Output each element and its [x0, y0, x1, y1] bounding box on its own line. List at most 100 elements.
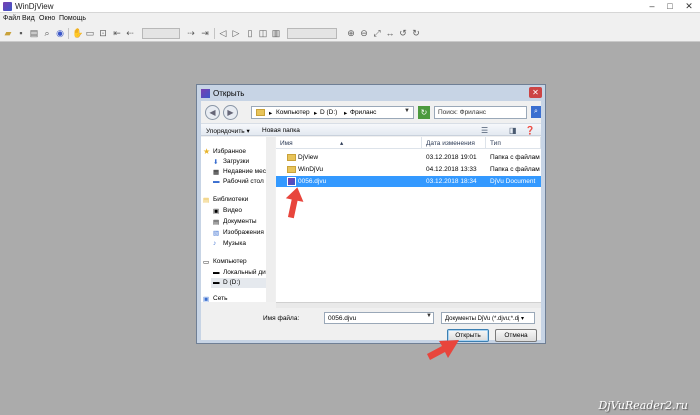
- hand-tool-icon[interactable]: ✋: [72, 28, 83, 38]
- zoom-in-icon[interactable]: ⊕: [346, 28, 356, 38]
- column-type[interactable]: Тип: [486, 137, 541, 149]
- filename-input[interactable]: 0056.djvu: [324, 312, 434, 324]
- nav-libraries[interactable]: Библиотеки: [213, 196, 248, 203]
- organize-button[interactable]: Упорядочить ▾: [206, 127, 250, 135]
- chevron-down-icon[interactable]: ▼: [426, 313, 432, 319]
- horizontal-scrollbar[interactable]: [276, 302, 541, 308]
- back-icon[interactable]: ◁: [218, 28, 228, 38]
- info-icon[interactable]: ◉: [55, 28, 65, 38]
- fit-width-icon[interactable]: ↔: [385, 28, 395, 38]
- file-name: DjView: [298, 154, 319, 161]
- preview-pane-icon[interactable]: ◨: [509, 126, 517, 135]
- maximize-icon[interactable]: □: [662, 1, 678, 11]
- nav-pictures[interactable]: Изображения: [223, 229, 264, 236]
- file-date: 04.12.2018 13:33: [426, 166, 477, 173]
- annotation-arrow-icon: [427, 340, 459, 360]
- downloads-icon: ⬇: [213, 159, 219, 166]
- help-icon[interactable]: ❓: [525, 126, 535, 135]
- nav-drive-d[interactable]: D (D:): [223, 279, 240, 286]
- address-bar[interactable]: ▸ Компьютер ▸ D (D:) ▸ Фриланс ▼: [251, 106, 414, 119]
- rotate-right-icon[interactable]: ↻: [411, 28, 421, 38]
- select-tool-icon[interactable]: ▭: [85, 28, 95, 38]
- nav-video[interactable]: Видео: [223, 207, 242, 214]
- nav-computer[interactable]: Компьютер: [213, 258, 247, 265]
- column-name[interactable]: Имя ▴: [276, 137, 422, 149]
- breadcrumb-separator: ▸: [314, 110, 318, 117]
- file-type: Папка с файлами: [490, 154, 540, 161]
- nav-downloads[interactable]: Загрузки: [223, 158, 249, 165]
- search-icon[interactable]: ⌕: [531, 106, 541, 118]
- single-page-icon[interactable]: ▯: [245, 28, 255, 38]
- breadcrumb-computer[interactable]: Компьютер: [276, 109, 310, 116]
- prev-page-icon[interactable]: ⇠: [125, 28, 135, 38]
- menu-window[interactable]: Окно: [39, 15, 55, 22]
- pictures-icon: ▧: [213, 230, 220, 237]
- print-icon[interactable]: ▤: [29, 28, 39, 38]
- nav-recent[interactable]: Недавние мес: [223, 168, 266, 175]
- breadcrumb-drive[interactable]: D (D:): [320, 109, 337, 116]
- refresh-icon[interactable]: ↻: [418, 106, 430, 119]
- new-folder-button[interactable]: Новая папка: [262, 127, 300, 134]
- column-name-label: Имя: [280, 140, 293, 147]
- nav-scrollbar[interactable]: [266, 137, 275, 302]
- first-page-icon[interactable]: ⇤: [112, 28, 122, 38]
- rotate-left-icon[interactable]: ↺: [398, 28, 408, 38]
- menu-file[interactable]: Файл: [3, 15, 20, 22]
- breadcrumb-separator: ▸: [269, 110, 273, 117]
- network-icon: ▣: [203, 296, 210, 303]
- column-date[interactable]: Дата изменения: [422, 137, 486, 149]
- nav-music[interactable]: Музыка: [223, 240, 246, 247]
- video-icon: ▣: [213, 208, 220, 215]
- app-titlebar: WinDjView – □ ✕: [0, 0, 700, 13]
- file-row[interactable]: WinDjVu 04.12.2018 13:33 Папка с файлами: [276, 164, 541, 175]
- watermark: DjVuReader2.ru: [598, 399, 688, 412]
- view-options-icon[interactable]: ☰: [481, 126, 488, 135]
- file-date: 03.12.2018 18:34: [426, 178, 477, 185]
- filetype-select[interactable]: Документы DjVu (*.djvu;*.dj ▾: [441, 312, 535, 324]
- breadcrumb-folder[interactable]: Фриланс: [350, 109, 376, 116]
- forward-icon[interactable]: ▷: [231, 28, 241, 38]
- menu-view[interactable]: Вид: [22, 15, 35, 22]
- dialog-title: Открыть: [213, 89, 245, 98]
- page-number-input[interactable]: [142, 28, 180, 39]
- minimize-icon[interactable]: –: [644, 1, 660, 11]
- next-page-icon[interactable]: ⇢: [186, 28, 196, 38]
- two-pages-icon[interactable]: ◫: [258, 28, 268, 38]
- nav-local-disk[interactable]: Локальный ди: [223, 269, 266, 276]
- nav-desktop[interactable]: Рабочий стол: [223, 178, 264, 185]
- zoom-rect-icon[interactable]: ⊡: [98, 28, 108, 38]
- filename-label: Имя файла:: [263, 315, 300, 322]
- dialog-app-icon: [201, 89, 210, 98]
- folder-icon: [287, 166, 296, 173]
- file-type: Папка с файлами: [490, 166, 540, 173]
- main-toolbar: ▰ ▪ ▤ ⌕ ◉ ✋ ▭ ⊡ ⇤ ⇠ ⇢ ⇥ ◁ ▷ ▯ ◫ ▥ ⊕ ⊖ ⤢ …: [0, 25, 700, 42]
- dialog-close-icon[interactable]: ✕: [529, 87, 542, 98]
- back-arrow-icon[interactable]: ◀: [205, 105, 220, 120]
- last-page-icon[interactable]: ⇥: [200, 28, 210, 38]
- sort-arrow-icon: ▴: [340, 140, 344, 147]
- desktop-icon: ▬: [213, 178, 220, 185]
- menu-help[interactable]: Помощь: [59, 15, 86, 22]
- file-name: WinDjVu: [298, 166, 324, 173]
- save-icon[interactable]: ▪: [16, 28, 26, 38]
- zoom-out-icon[interactable]: ⊖: [359, 28, 369, 38]
- find-icon[interactable]: ⌕: [42, 28, 52, 38]
- continuous-icon[interactable]: ▥: [271, 28, 281, 38]
- file-row[interactable]: DjView 03.12.2018 19:01 Папка с файлами: [276, 152, 541, 163]
- nav-documents[interactable]: Документы: [223, 218, 257, 225]
- open-folder-icon[interactable]: ▰: [3, 28, 13, 38]
- zoom-input[interactable]: [287, 28, 337, 39]
- file-row-selected[interactable]: 0056.djvu 03.12.2018 18:34 DjVu Document: [276, 176, 541, 187]
- nav-network[interactable]: Сеть: [213, 295, 227, 302]
- cancel-button[interactable]: Отмена: [495, 329, 537, 342]
- file-list: Имя ▴ Дата изменения Тип DjView 03.12.201…: [276, 137, 541, 302]
- computer-icon: ▭: [203, 259, 210, 266]
- close-icon[interactable]: ✕: [681, 1, 697, 11]
- column-date-label: Дата изменения: [426, 140, 475, 147]
- search-input[interactable]: Поиск: Фриланс: [434, 106, 527, 119]
- nav-favorites[interactable]: Избранное: [213, 148, 246, 155]
- windjview-logo-icon: [3, 2, 12, 11]
- chevron-down-icon[interactable]: ▼: [404, 108, 410, 114]
- fit-page-icon[interactable]: ⤢: [372, 28, 382, 38]
- forward-arrow-icon[interactable]: ▶: [223, 105, 238, 120]
